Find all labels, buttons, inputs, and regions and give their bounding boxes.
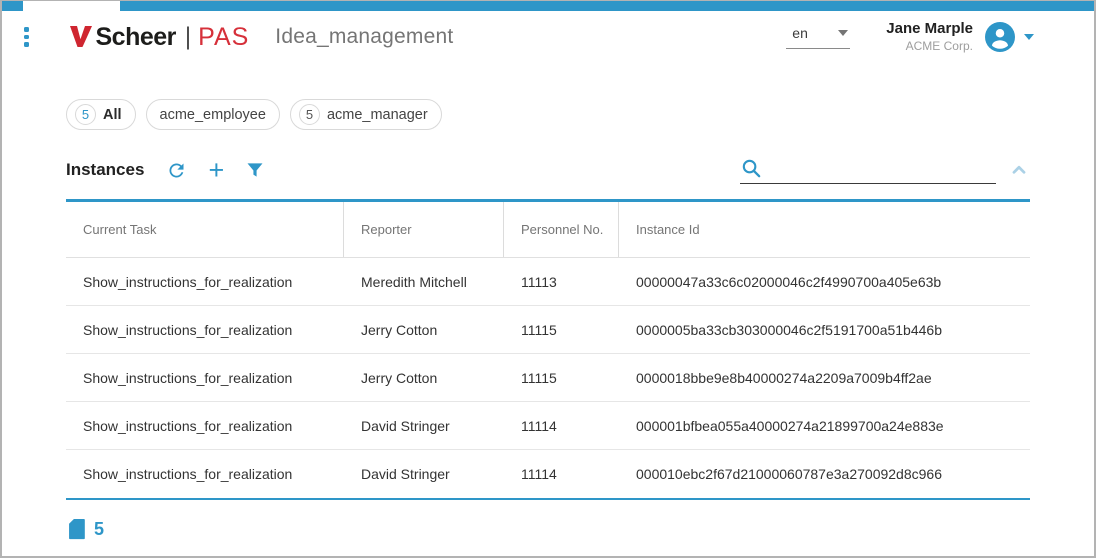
cell-instance-id: 000001bfbea055a40000274a21899700a24e883e bbox=[619, 402, 1030, 449]
cell-reporter: Jerry Cotton bbox=[344, 306, 504, 353]
table-row[interactable]: Show_instructions_for_realization Jerry … bbox=[66, 354, 1030, 402]
table-row[interactable]: Show_instructions_for_realization David … bbox=[66, 450, 1030, 498]
cell-instance-id: 0000018bbe9e8b40000274a2209a7009b4ff2ae bbox=[619, 354, 1030, 401]
brand-product: PAS bbox=[198, 23, 249, 52]
collapse-panel-button[interactable] bbox=[1008, 159, 1030, 181]
column-header-personnel-no: Personnel No. bbox=[504, 202, 619, 257]
chip-count-badge: 5 bbox=[75, 104, 96, 125]
table-header-row: Current Task Reporter Personnel No. Inst… bbox=[66, 202, 1030, 258]
brand-divider: | bbox=[185, 22, 191, 51]
cell-reporter: Jerry Cotton bbox=[344, 354, 504, 401]
person-icon bbox=[985, 22, 1015, 52]
table-row[interactable]: Show_instructions_for_realization David … bbox=[66, 402, 1030, 450]
instances-table: Current Task Reporter Personnel No. Inst… bbox=[66, 199, 1030, 500]
column-header-instance-id: Instance Id bbox=[619, 202, 1030, 257]
cell-instance-id: 0000005ba33cb303000046c2f5191700a51b446b bbox=[619, 306, 1030, 353]
chevron-down-icon bbox=[838, 30, 848, 36]
instances-title: Instances bbox=[66, 160, 144, 180]
chip-label: acme_manager bbox=[327, 107, 428, 123]
cell-personnel-no: 11115 bbox=[504, 354, 619, 401]
kebab-menu-icon[interactable] bbox=[20, 23, 33, 51]
cell-current-task: Show_instructions_for_realization bbox=[66, 450, 344, 498]
brand-logo: Scheer | PAS bbox=[69, 23, 250, 52]
filter-funnel-icon bbox=[245, 160, 265, 180]
filter-chip-acme-manager[interactable]: 5 acme_manager bbox=[290, 99, 442, 130]
refresh-button[interactable] bbox=[166, 160, 187, 181]
user-name: Jane Marple bbox=[886, 20, 973, 39]
brand-name: Scheer bbox=[96, 23, 176, 52]
filter-button[interactable] bbox=[245, 160, 265, 180]
app-header: Scheer | PAS Idea_management en Jane Mar… bbox=[2, 11, 1094, 63]
cell-reporter: David Stringer bbox=[344, 450, 504, 498]
filter-chip-bar: 5 All acme_employee 5 acme_manager bbox=[2, 99, 1094, 130]
cell-personnel-no: 11114 bbox=[504, 402, 619, 449]
language-select[interactable]: en bbox=[786, 25, 850, 49]
cell-personnel-no: 11113 bbox=[504, 258, 619, 305]
chip-label: All bbox=[103, 107, 122, 123]
record-count: 5 bbox=[94, 519, 104, 540]
chip-label: acme_employee bbox=[160, 107, 266, 123]
language-value: en bbox=[792, 25, 808, 41]
refresh-icon bbox=[166, 160, 187, 181]
user-menu-caret-icon[interactable] bbox=[1024, 34, 1034, 40]
chevron-up-icon bbox=[1008, 159, 1030, 181]
search-input[interactable] bbox=[769, 160, 996, 180]
top-accent-notch bbox=[23, 1, 120, 11]
page-title: Idea_management bbox=[275, 25, 453, 49]
document-icon bbox=[66, 517, 87, 541]
app-window: Scheer | PAS Idea_management en Jane Mar… bbox=[0, 0, 1096, 558]
cell-instance-id: 00000047a33c6c02000046c2f4990700a405e63b bbox=[619, 258, 1030, 305]
cell-current-task: Show_instructions_for_realization bbox=[66, 354, 344, 401]
cell-reporter: David Stringer bbox=[344, 402, 504, 449]
table-row[interactable]: Show_instructions_for_realization Meredi… bbox=[66, 258, 1030, 306]
search-box bbox=[740, 157, 996, 184]
cell-personnel-no: 11114 bbox=[504, 450, 619, 498]
column-header-current-task: Current Task bbox=[66, 202, 344, 257]
cell-current-task: Show_instructions_for_realization bbox=[66, 258, 344, 305]
add-button[interactable]: + bbox=[208, 160, 224, 180]
user-company: ACME Corp. bbox=[886, 39, 973, 54]
table-row[interactable]: Show_instructions_for_realization Jerry … bbox=[66, 306, 1030, 354]
cell-reporter: Meredith Mitchell bbox=[344, 258, 504, 305]
cell-current-task: Show_instructions_for_realization bbox=[66, 402, 344, 449]
scheer-logo-icon bbox=[69, 25, 93, 49]
cell-personnel-no: 11115 bbox=[504, 306, 619, 353]
column-header-reporter: Reporter bbox=[344, 202, 504, 257]
top-accent-bar bbox=[2, 1, 1094, 11]
cell-instance-id: 000010ebc2f67d21000060787e3a270092d8c966 bbox=[619, 450, 1030, 498]
user-avatar[interactable] bbox=[985, 22, 1015, 52]
instances-toolbar: Instances + bbox=[2, 154, 1094, 186]
cell-current-task: Show_instructions_for_realization bbox=[66, 306, 344, 353]
chip-count-badge: 5 bbox=[299, 104, 320, 125]
table-footer: 5 bbox=[2, 517, 1094, 541]
user-info: Jane Marple ACME Corp. bbox=[886, 20, 973, 54]
filter-chip-acme-employee[interactable]: acme_employee bbox=[146, 99, 280, 130]
plus-icon: + bbox=[208, 160, 224, 180]
search-icon bbox=[740, 157, 763, 180]
filter-chip-all[interactable]: 5 All bbox=[66, 99, 136, 130]
